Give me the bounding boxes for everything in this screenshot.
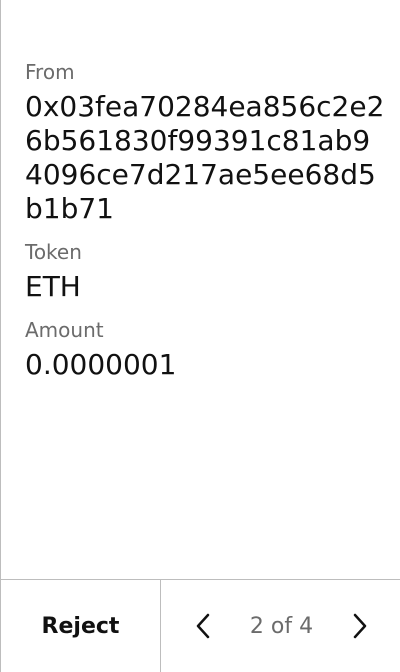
token-label: Token (25, 240, 82, 264)
from-address: 0x03fea70284ea856c2e26b561830f99391c81ab… (25, 90, 385, 225)
token-field: Token ETH (25, 238, 385, 304)
amount-label: Amount (25, 318, 104, 342)
transaction-details: From 0x03fea70284ea856c2e26b561830f99391… (25, 58, 385, 394)
chevron-left-icon (196, 613, 210, 639)
chevron-right-icon (353, 613, 367, 639)
next-page-button[interactable] (348, 610, 372, 642)
from-field: From 0x03fea70284ea856c2e26b561830f99391… (25, 58, 385, 226)
pagination: 2 of 4 (161, 580, 400, 672)
transaction-review-screen: From 0x03fea70284ea856c2e26b561830f99391… (0, 0, 400, 672)
prev-page-button[interactable] (191, 610, 215, 642)
token-value: ETH (25, 270, 81, 303)
amount-field: Amount 0.0000001 (25, 316, 385, 382)
footer-bar: Reject 2 of 4 (1, 579, 400, 672)
from-label: From (25, 60, 75, 84)
page-indicator: 2 of 4 (249, 613, 314, 639)
reject-button[interactable]: Reject (1, 580, 161, 672)
amount-value: 0.0000001 (25, 348, 177, 381)
